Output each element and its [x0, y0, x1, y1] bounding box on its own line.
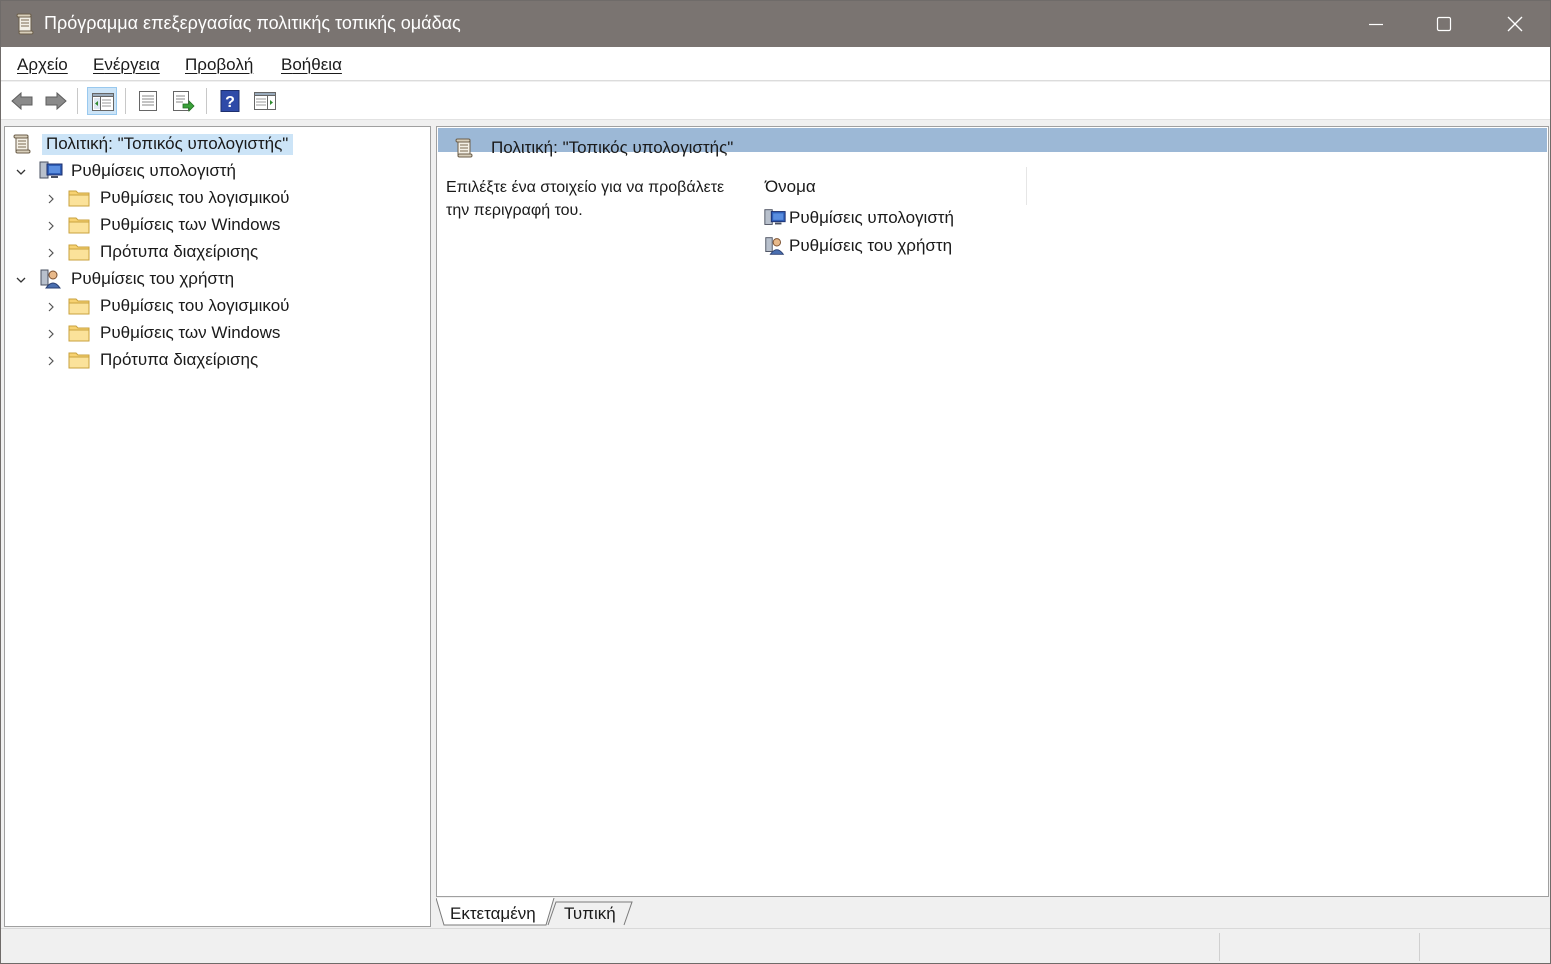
policy-scroll-icon [453, 137, 475, 164]
folder-icon [67, 349, 91, 376]
chevron-down-icon[interactable] [15, 163, 27, 183]
status-separator [1419, 933, 1420, 961]
app-window: Πρόγραμμα επεξεργασίας πολιτικής τοπικής… [0, 0, 1551, 964]
tree-item-computer-windows[interactable]: Ρυθμίσεις των Windows [45, 213, 345, 237]
toolbar-separator [125, 88, 126, 114]
details-description: Επιλέξτε ένα στοιχείο για να προβάλετε τ… [446, 179, 725, 219]
chevron-right-icon[interactable] [45, 325, 57, 345]
tree-item-label: Ρυθμίσεις υπολογιστή [71, 161, 236, 180]
menu-bar: Αρχείο Ενέργεια Προβολή Βοήθεια [1, 47, 1550, 81]
column-header-name[interactable]: Όνομα [765, 177, 816, 197]
details-pane[interactable]: Πολιτική: "Τοπικός υπολογιστής" Επιλέξτε… [436, 126, 1549, 897]
tree-item-user-software[interactable]: Ρυθμίσεις του λογισμικού [45, 294, 345, 318]
back-arrow-icon [11, 91, 33, 111]
tab-standard[interactable]: Τυπική [556, 898, 626, 926]
folder-icon [67, 322, 91, 349]
svg-text:?: ? [225, 94, 235, 111]
close-button[interactable] [1480, 1, 1550, 47]
chevron-right-icon[interactable] [45, 217, 57, 237]
tree-item-user-config[interactable]: Ρυθμίσεις του χρήστη [15, 267, 315, 291]
folder-icon [67, 241, 91, 268]
tree-item-label: Ρυθμίσεις του χρήστη [71, 269, 235, 288]
list-item-label: Ρυθμίσεις του χρήστη [789, 236, 953, 255]
help-icon: ? [220, 90, 240, 112]
computer-icon [38, 160, 64, 187]
status-separator [1219, 933, 1220, 961]
column-separator[interactable] [1026, 167, 1027, 205]
maximize-icon [1436, 16, 1452, 32]
show-hide-action-pane-icon [254, 92, 276, 110]
tree-item-label: Πρότυπα διαχείρισης [100, 350, 259, 369]
chevron-down-icon[interactable] [15, 271, 27, 291]
menu-help[interactable]: Βοήθεια [281, 55, 342, 75]
chevron-right-icon[interactable] [45, 298, 57, 318]
menu-view[interactable]: Προβολή [185, 55, 253, 75]
tree-item-label: Ρυθμίσεις των Windows [100, 323, 281, 342]
show-hide-console-tree-icon [92, 93, 114, 111]
tree-item-label: Πρότυπα διαχείρισης [100, 242, 259, 261]
user-icon [38, 268, 64, 295]
tab-extended-label: Εκτεταμένη [450, 904, 536, 923]
minimize-button[interactable] [1341, 1, 1411, 47]
policy-scroll-icon [15, 13, 35, 40]
computer-icon [763, 207, 787, 234]
tree-item-user-windows[interactable]: Ρυθμίσεις των Windows [45, 321, 345, 345]
toolbar-separator [206, 88, 207, 114]
export-list-button[interactable] [168, 87, 198, 115]
tree-item-user-admin-templates[interactable]: Πρότυπα διαχείρισης [45, 348, 345, 372]
console-tree[interactable]: Πολιτική: "Τοπικός υπολογιστής" Ρυθμίσει… [4, 126, 431, 927]
back-button[interactable] [7, 87, 37, 115]
window-title: Πρόγραμμα επεξεργασίας πολιτικής τοπικής… [44, 13, 461, 33]
chevron-right-icon[interactable] [45, 352, 57, 372]
toolbar: ? [1, 82, 1550, 120]
properties-button[interactable] [133, 87, 163, 115]
minimize-icon [1369, 23, 1383, 26]
chevron-right-icon[interactable] [45, 244, 57, 264]
show-hide-console-tree-button[interactable] [87, 87, 117, 115]
tree-item-label: Ρυθμίσεις του λογισμικού [100, 296, 290, 315]
show-hide-action-pane-button[interactable] [250, 87, 280, 115]
status-bar [1, 928, 1550, 963]
export-list-icon [173, 91, 195, 112]
title-bar[interactable]: Πρόγραμμα επεξεργασίας πολιτικής τοπικής… [1, 1, 1550, 47]
tree-item-label: Ρυθμίσεις του λογισμικού [100, 188, 290, 207]
forward-arrow-icon [45, 91, 67, 111]
menu-file[interactable]: Αρχείο [17, 55, 68, 75]
toolbar-separator [77, 88, 78, 114]
tree-item-computer-config[interactable]: Ρυθμίσεις υπολογιστή [15, 159, 315, 183]
folder-icon [67, 214, 91, 241]
list-item-label: Ρυθμίσεις υπολογιστή [789, 208, 954, 227]
tree-item-local-policy[interactable]: Πολιτική: "Τοπικός υπολογιστής" [11, 132, 311, 156]
menu-action[interactable]: Ενέργεια [93, 55, 160, 75]
tree-item-label: Πολιτική: "Τοπικός υπολογιστής" [42, 134, 294, 155]
forward-button[interactable] [41, 87, 71, 115]
view-tabs: Εκτεταμένη Τυπική [436, 898, 1036, 926]
list-item-user-config[interactable]: Ρυθμίσεις του χρήστη [763, 234, 983, 258]
chevron-right-icon[interactable] [45, 190, 57, 210]
tree-item-computer-admin-templates[interactable]: Πρότυπα διαχείρισης [45, 240, 345, 264]
user-icon [763, 235, 787, 262]
help-button[interactable]: ? [215, 87, 245, 115]
tab-extended[interactable]: Εκτεταμένη [444, 898, 548, 926]
tree-item-computer-software[interactable]: Ρυθμίσεις του λογισμικού [45, 186, 345, 210]
details-title: Πολιτική: "Τοπικός υπολογιστής" [491, 138, 734, 157]
list-item-computer-config[interactable]: Ρυθμίσεις υπολογιστή [763, 206, 983, 230]
maximize-button[interactable] [1409, 1, 1479, 47]
properties-list-icon [139, 91, 157, 111]
close-icon [1507, 16, 1523, 32]
policy-scroll-icon [11, 133, 33, 160]
tree-item-label: Ρυθμίσεις των Windows [100, 215, 281, 234]
folder-icon [67, 187, 91, 214]
folder-icon [67, 295, 91, 322]
tab-standard-label: Τυπική [564, 904, 616, 923]
